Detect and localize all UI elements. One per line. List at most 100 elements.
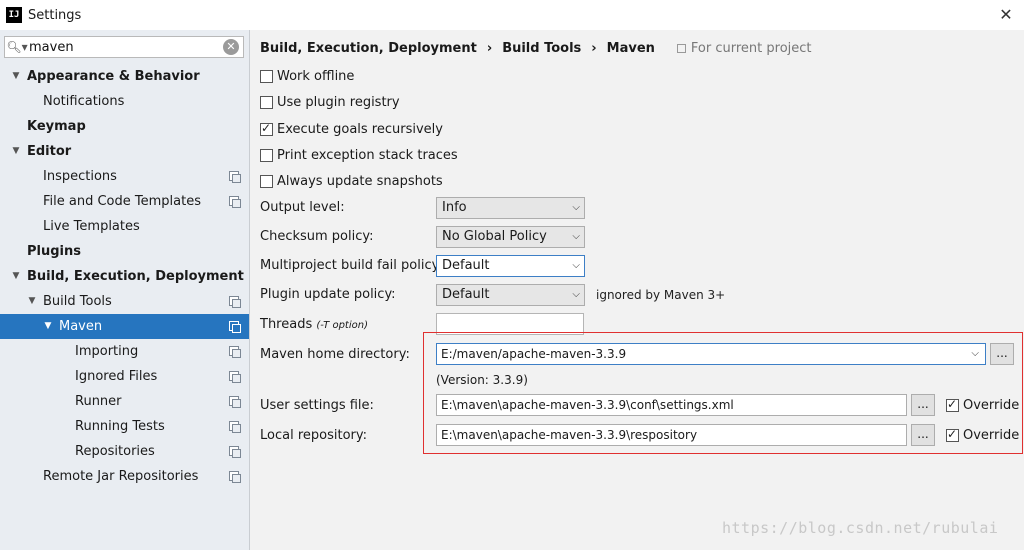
use-plugin-registry-checkbox[interactable]: Use plugin registry (260, 92, 400, 112)
chevron-down-icon: ⌵ (572, 289, 580, 300)
chevron-down-icon: ⌵ (971, 348, 979, 359)
project-settings-icon (229, 371, 241, 383)
close-window-button[interactable]: ✕ (996, 5, 1016, 25)
sidebar-item-label: Notifications (43, 94, 125, 109)
settings-tree: ▼ Appearance & Behavior Notifications Keyma… (0, 64, 249, 489)
local-repository-override-checkbox[interactable]: Override (946, 425, 1019, 445)
checksum-policy-select[interactable]: No Global Policy ⌵ (436, 226, 585, 248)
execute-goals-recursively-checkbox[interactable]: Execute goals recursively (260, 119, 443, 139)
close-icon: ✕ (999, 5, 1013, 24)
work-offline-checkbox[interactable]: Work offline (260, 66, 354, 86)
project-scope-icon (676, 43, 686, 53)
output-level-select[interactable]: Info ⌵ (436, 197, 585, 219)
use-plugin-registry-label: Use plugin registry (277, 94, 400, 110)
chevron-down-icon: ⌵ (572, 231, 580, 242)
output-level-value: Info (442, 200, 467, 215)
project-settings-icon (229, 471, 241, 483)
project-settings-icon (229, 346, 241, 358)
local-repository-browse-button[interactable]: ... (911, 424, 935, 446)
checksum-policy-label: Checksum policy: (260, 229, 374, 244)
sidebar-item-label: Keymap (27, 119, 86, 134)
expand-arrow-icon[interactable]: ▼ (10, 139, 22, 164)
user-settings-file-input[interactable]: E:\maven\apache-maven-3.3.9\conf\setting… (436, 394, 907, 416)
sidebar-item-label: Repositories (75, 444, 155, 459)
sidebar-item-label: Runner (75, 394, 122, 409)
sidebar-item-label: Editor (27, 144, 72, 159)
clear-search-icon[interactable]: ✕ (223, 39, 239, 55)
execute-goals-recursively-label: Execute goals recursively (277, 121, 443, 137)
threads-option-note: (-T option) (316, 320, 368, 331)
sidebar-item-live-templates[interactable]: Live Templates (0, 214, 249, 239)
checkbox-box[interactable] (260, 174, 273, 188)
sidebar-item-build-tools[interactable]: ▼ Build Tools (0, 289, 249, 314)
checkbox-box[interactable] (946, 427, 959, 442)
sidebar-item-appearance-behavior[interactable]: ▼ Appearance & Behavior (0, 64, 249, 89)
sidebar-item-label: Remote Jar Repositories (43, 469, 199, 484)
chevron-down-icon: ⌵ (572, 202, 580, 213)
sidebar-item-editor[interactable]: ▼ Editor (0, 139, 249, 164)
print-exception-stack-traces-checkbox[interactable]: Print exception stack traces (260, 145, 458, 165)
sidebar-item-plugins[interactable]: Plugins (0, 239, 249, 264)
threads-label: Threads (-T option) (260, 317, 368, 332)
project-settings-icon (229, 321, 241, 333)
sidebar-item-label: Running Tests (75, 419, 165, 434)
plugin-update-policy-select[interactable]: Default ⌵ (436, 284, 585, 306)
sidebar-item-repositories[interactable]: Repositories (0, 439, 249, 464)
maven-version-label: (Version: 3.3.9) (436, 373, 528, 387)
sidebar-item-importing[interactable]: Importing (0, 339, 249, 364)
sidebar-item-runner[interactable]: Runner (0, 389, 249, 414)
sidebar-item-label: Live Templates (43, 219, 140, 234)
maven-home-browse-button[interactable]: ... (990, 343, 1014, 365)
maven-home-directory-value: E:/maven/apache-maven-3.3.9 (441, 347, 627, 361)
plugin-update-policy-value: Default (442, 287, 490, 302)
checkbox-box[interactable] (260, 148, 273, 162)
always-update-snapshots-checkbox[interactable]: Always update snapshots (260, 171, 443, 191)
maven-home-directory-label: Maven home directory: (260, 347, 410, 362)
checkbox-box[interactable] (260, 95, 273, 109)
local-repository-input[interactable]: E:\maven\apache-maven-3.3.9\respository (436, 424, 907, 446)
checkbox-box[interactable] (260, 121, 273, 136)
maven-home-directory-combo[interactable]: E:/maven/apache-maven-3.3.9 ⌵ (436, 343, 986, 365)
sidebar-item-inspections[interactable]: Inspections (0, 164, 249, 189)
expand-arrow-icon[interactable]: ▼ (10, 64, 22, 89)
sidebar-item-maven[interactable]: ▼ Maven (0, 314, 249, 339)
sidebar-item-file-and-code-templates[interactable]: File and Code Templates (0, 189, 249, 214)
plugin-update-policy-label: Plugin update policy: (260, 287, 396, 302)
search-icon[interactable]: 🔍︎▾ (5, 40, 29, 54)
breadcrumb-separator: › (486, 40, 493, 56)
checkbox-box[interactable] (260, 69, 273, 83)
title-bar: IJ Settings ✕ (0, 0, 1024, 30)
sidebar-item-notifications[interactable]: Notifications (0, 89, 249, 114)
threads-label-text: Threads (260, 317, 313, 332)
sidebar-item-running-tests[interactable]: Running Tests (0, 414, 249, 439)
search-input[interactable] (29, 39, 209, 55)
settings-sidebar: 🔍︎▾ ✕ ▼ Appearance & Behavior Notification… (0, 30, 250, 550)
sidebar-item-build-execution-deployment[interactable]: ▼ Build, Execution, Deployment (0, 264, 249, 289)
override-label: Override (963, 427, 1020, 443)
intellij-logo-icon: IJ (6, 7, 22, 23)
project-settings-icon (229, 296, 241, 308)
user-settings-file-label: User settings file: (260, 398, 374, 413)
watermark: https://blog.csdn.net/rubulai (722, 519, 999, 537)
search-box[interactable]: 🔍︎▾ ✕ (4, 36, 244, 58)
multiproject-fail-policy-select[interactable]: Default ⌵ (436, 255, 585, 277)
project-settings-icon (229, 171, 241, 183)
window-title: Settings (28, 7, 82, 23)
project-scope-label: For current project (676, 41, 812, 56)
work-offline-label: Work offline (277, 68, 355, 84)
user-settings-override-checkbox[interactable]: Override (946, 395, 1019, 415)
expand-arrow-icon[interactable]: ▼ (10, 264, 22, 289)
user-settings-browse-button[interactable]: ... (911, 394, 935, 416)
checkbox-box[interactable] (946, 397, 959, 412)
project-settings-icon (229, 196, 241, 208)
expand-arrow-icon[interactable]: ▼ (26, 289, 38, 314)
breadcrumb-item-build-tools: Build Tools (502, 40, 582, 56)
sidebar-item-label: File and Code Templates (43, 194, 201, 209)
sidebar-item-label: Ignored Files (75, 369, 158, 384)
project-settings-icon (229, 421, 241, 433)
sidebar-item-remote-jar-repositories[interactable]: Remote Jar Repositories (0, 464, 249, 489)
sidebar-item-keymap[interactable]: Keymap (0, 114, 249, 139)
sidebar-item-ignored-files[interactable]: Ignored Files (0, 364, 249, 389)
expand-arrow-icon[interactable]: ▼ (42, 314, 54, 339)
checksum-policy-value: No Global Policy (442, 229, 547, 244)
